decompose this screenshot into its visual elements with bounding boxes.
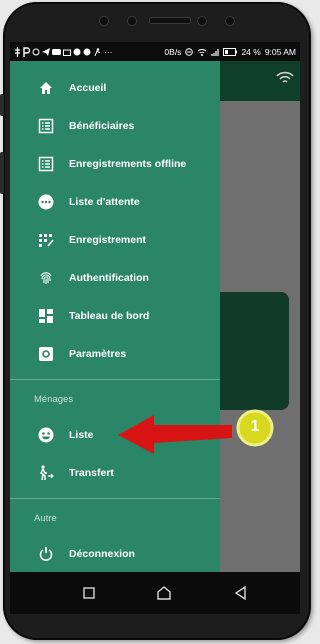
home-nav-icon[interactable] xyxy=(155,584,173,602)
sensor-icon xyxy=(127,16,137,26)
drawer-item-parametres[interactable]: Paramètres xyxy=(10,337,220,371)
callout-number: 1 xyxy=(250,418,260,435)
callout-marker: 1 xyxy=(236,409,274,447)
earpiece-speaker xyxy=(149,17,191,24)
drawer-item-deconnexion[interactable]: Déconnexion xyxy=(10,537,220,571)
video-icon xyxy=(52,48,61,55)
drawer-item-enregistrement[interactable]: Enregistrement xyxy=(10,223,220,257)
dialpad-icon xyxy=(38,232,54,248)
status-bar: ··· 0B/s 24 % 9:05 AM xyxy=(10,42,300,61)
person-run-icon xyxy=(94,47,101,56)
front-camera-icon xyxy=(99,16,109,26)
sensor-icon xyxy=(197,16,207,26)
drawer-item-label: Tableau de bord xyxy=(69,310,150,322)
volume-down-button xyxy=(0,152,4,194)
clock: 9:05 AM xyxy=(264,46,296,57)
drawer-item-label: Accueil xyxy=(69,82,107,94)
drawer-item-label: Déconnexion xyxy=(69,548,135,560)
drawer-item-label: Liste d'attente xyxy=(69,196,140,208)
drawer-item-transfert[interactable]: Transfert xyxy=(10,456,220,490)
status-right: 0B/s 24 % 9:05 AM xyxy=(164,47,296,57)
drawer-item-enregistrements-offline[interactable]: Enregistrements offline xyxy=(10,147,220,181)
battery-level: 24 % xyxy=(241,46,261,57)
list-box-icon xyxy=(38,156,54,172)
fingerprint-icon xyxy=(38,270,54,286)
usb-icon xyxy=(15,46,20,57)
drawer-item-label: Transfert xyxy=(69,467,114,479)
drawer-item-tableau-de-bord[interactable]: Tableau de bord xyxy=(10,299,220,333)
wifi-status-icon xyxy=(198,48,207,56)
drawer-item-label: Enregistrements offline xyxy=(69,158,187,170)
drawer-item-label: Authentification xyxy=(69,272,149,284)
back-nav-icon[interactable] xyxy=(232,584,250,602)
drawer-item-beneficiaires[interactable]: Bénéficiaires xyxy=(10,109,220,143)
list-box-icon xyxy=(38,118,54,134)
gift-icon xyxy=(63,49,71,56)
battery-icon xyxy=(223,47,238,56)
drawer-item-label: Paramètres xyxy=(69,348,127,360)
device-screen: ··· 0B/s 24 % 9:05 AM istrement Accueil … xyxy=(10,42,300,572)
drawer-item-label: Enregistrement xyxy=(69,234,147,246)
section-header-autre: Autre xyxy=(34,513,57,524)
red-arrow-icon xyxy=(118,415,232,454)
power-icon xyxy=(38,546,54,562)
status-left-icons: ··· xyxy=(14,46,113,57)
more-notifications-icon: ··· xyxy=(104,46,113,57)
more-dots-icon xyxy=(38,194,54,210)
parking-icon xyxy=(23,46,30,57)
home-icon xyxy=(38,80,54,96)
drawer-item-label: Bénéficiaires xyxy=(69,120,135,132)
drawer-item-liste-attente[interactable]: Liste d'attente xyxy=(10,185,220,219)
drawer-item-authentification[interactable]: Authentification xyxy=(10,261,220,295)
sensor-icon xyxy=(225,16,235,26)
drawer-item-label: Liste xyxy=(69,429,94,441)
telegram-icon xyxy=(42,47,50,56)
drawer-item-accueil[interactable]: Accueil xyxy=(10,71,220,105)
signal-icon xyxy=(211,48,220,56)
wifi-icon[interactable] xyxy=(276,71,294,85)
drawer-divider xyxy=(10,498,220,499)
walk-transfer-icon xyxy=(38,465,54,481)
recent-apps-icon[interactable] xyxy=(80,584,98,602)
dashboard-icon xyxy=(38,308,54,324)
network-speed: 0B/s xyxy=(164,46,182,57)
settings-box-icon xyxy=(38,346,54,362)
volume-up-button xyxy=(0,94,4,116)
dot-icon xyxy=(83,48,91,55)
system-navigation-bar xyxy=(10,572,300,614)
face-icon xyxy=(38,427,54,443)
phone-top-bezel xyxy=(3,2,311,32)
navigation-drawer: Accueil Bénéficiaires Enregistrements of… xyxy=(10,61,220,572)
minus-circle-icon xyxy=(185,47,194,56)
circle-icon xyxy=(32,48,40,55)
drawer-divider xyxy=(10,379,220,380)
section-header-menages: Ménages xyxy=(34,394,74,405)
messenger-icon xyxy=(73,48,81,55)
